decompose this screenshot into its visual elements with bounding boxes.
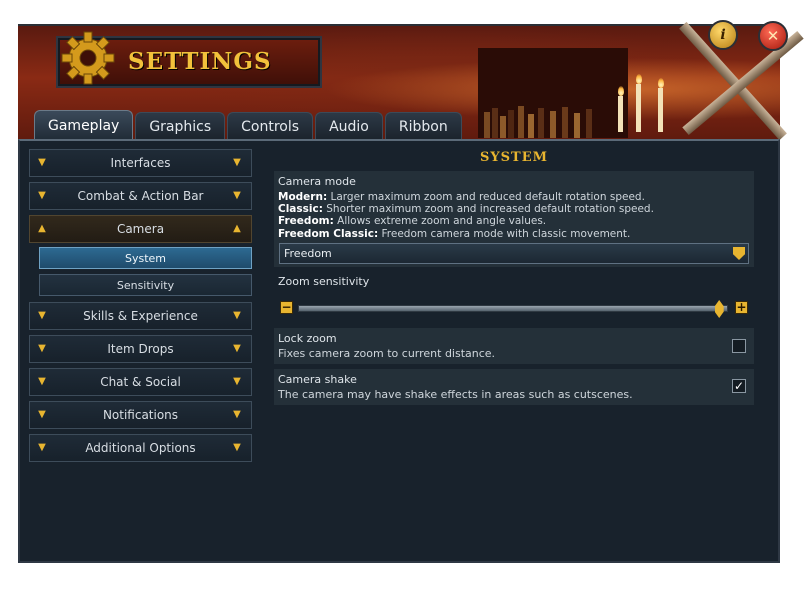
tab-controls[interactable]: Controls	[227, 112, 314, 141]
chevron-down-icon: ▼	[38, 442, 46, 453]
chevron-down-icon: ▼	[233, 442, 241, 453]
close-icon: ✕	[766, 27, 780, 45]
sidebar-item-item-drops[interactable]: ▼ Item Drops ▼	[29, 335, 252, 363]
lock-zoom-description: Fixes camera zoom to current distance.	[278, 347, 496, 360]
chevron-down-icon: ▼	[233, 157, 241, 168]
chevron-down-icon: ▼	[233, 190, 241, 201]
chevron-down-icon: ▼	[38, 343, 46, 354]
sidebar-item-camera[interactable]: ▲ Camera ▲	[29, 215, 252, 243]
info-icon: i	[720, 27, 726, 43]
checkmark-icon: ✓	[733, 379, 745, 393]
close-button[interactable]: ✕	[758, 21, 788, 51]
camera-shake-checkbox[interactable]: ✓	[732, 379, 746, 393]
sidebar-item-label: Chat & Social	[100, 375, 181, 389]
settings-tabs: Gameplay Graphics Controls Audio Ribbon	[34, 110, 462, 141]
chevron-down-icon: ▼	[38, 376, 46, 387]
sidebar-item-combat-action-bar[interactable]: ▼ Combat & Action Bar ▼	[29, 182, 252, 210]
chevron-down-icon: ▼	[233, 310, 241, 321]
sidebar-item-label: Camera	[116, 222, 165, 236]
bookshelf-decoration	[478, 48, 628, 138]
sidebar-item-label: Combat & Action Bar	[77, 189, 204, 203]
sidebar-item-label: Notifications	[102, 408, 179, 422]
zoom-decrease-button[interactable]: −	[280, 301, 293, 314]
sidebar-item-interfaces[interactable]: ▼ Interfaces ▼	[29, 149, 252, 177]
tab-graphics[interactable]: Graphics	[135, 112, 226, 141]
camera-mode-label: Camera mode	[278, 175, 356, 188]
sidebar-item-label: Skills & Experience	[83, 309, 198, 323]
sidebar-item-skills-experience[interactable]: ▼ Skills & Experience ▼	[29, 302, 252, 330]
sidebar-item-chat-social[interactable]: ▼ Chat & Social ▼	[29, 368, 252, 396]
candle-decoration	[618, 96, 623, 132]
zoom-increase-button[interactable]: +	[735, 301, 748, 314]
zoom-sensitivity-label: Zoom sensitivity	[278, 275, 370, 288]
sidebar-item-label: Additional Options	[85, 441, 196, 455]
camera-mode-dropdown[interactable]: Freedom	[279, 243, 749, 264]
tab-ribbon[interactable]: Ribbon	[384, 112, 462, 141]
tab-gameplay[interactable]: Gameplay	[34, 110, 134, 141]
tab-audio[interactable]: Audio	[315, 112, 383, 141]
section-title: SYSTEM	[479, 150, 549, 165]
chevron-down-icon: ▼	[233, 343, 241, 354]
sidebar-item-label: Interfaces	[110, 156, 171, 170]
sidebar-item-additional-options[interactable]: ▼ Additional Options ▼	[29, 434, 252, 462]
camera-shake-description: The camera may have shake effects in are…	[278, 388, 633, 401]
lock-zoom-checkbox[interactable]	[732, 339, 746, 353]
lock-zoom-label: Lock zoom	[278, 332, 337, 345]
info-button[interactable]: i	[708, 20, 738, 50]
sidebar-item-notifications[interactable]: ▼ Notifications ▼	[29, 401, 252, 429]
chevron-up-icon: ▲	[233, 223, 241, 234]
chevron-up-icon: ▲	[38, 223, 46, 234]
camera-shake-label: Camera shake	[278, 373, 357, 386]
chevron-down-icon: ▼	[38, 409, 46, 420]
window-title: SETTINGS	[128, 48, 272, 75]
chevron-down-icon: ▼	[233, 376, 241, 387]
chevron-down-icon: ▼	[38, 157, 46, 168]
dropdown-arrow-icon	[733, 247, 745, 260]
sidebar-item-label: Item Drops	[107, 342, 174, 356]
gear-icon	[61, 31, 115, 85]
chevron-down-icon: ▼	[233, 409, 241, 420]
chevron-down-icon: ▼	[38, 190, 46, 201]
camera-mode-description: Modern: Larger maximum zoom and reduced …	[278, 191, 654, 240]
chevron-down-icon: ▼	[38, 310, 46, 321]
sidebar-subitem-sensitivity[interactable]: Sensitivity	[39, 274, 252, 296]
camera-mode-selected-value: Freedom	[284, 247, 332, 260]
zoom-sensitivity-slider[interactable]	[298, 305, 728, 312]
sidebar-subitem-system[interactable]: System	[39, 247, 252, 269]
